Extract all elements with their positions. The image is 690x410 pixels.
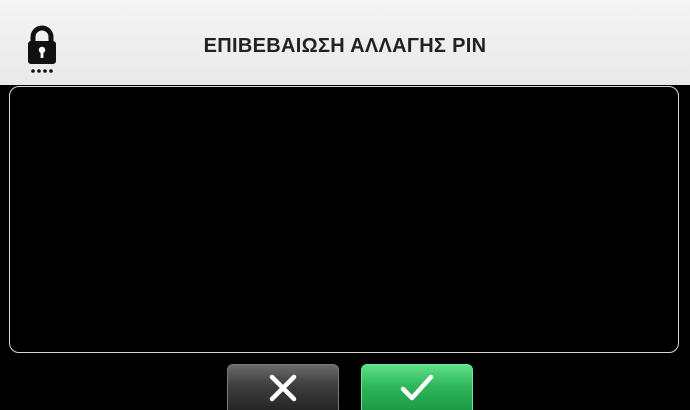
cancel-button[interactable] [227,364,339,410]
pin-confirm-screen: ΕΠΙΒΕΒΑΙΩΣΗ ΑΛΛΑΓΗΣ PIN [0,0,690,410]
close-icon [268,373,298,403]
page-title: ΕΠΙΒΕΒΑΙΩΣΗ ΑΛΛΑΓΗΣ PIN [203,35,487,57]
confirm-button[interactable] [361,364,473,410]
checkmark-icon [399,373,435,403]
header-bar: ΕΠΙΒΕΒΑΙΩΣΗ ΑΛΛΑΓΗΣ PIN [0,0,690,85]
content-panel [9,86,679,353]
